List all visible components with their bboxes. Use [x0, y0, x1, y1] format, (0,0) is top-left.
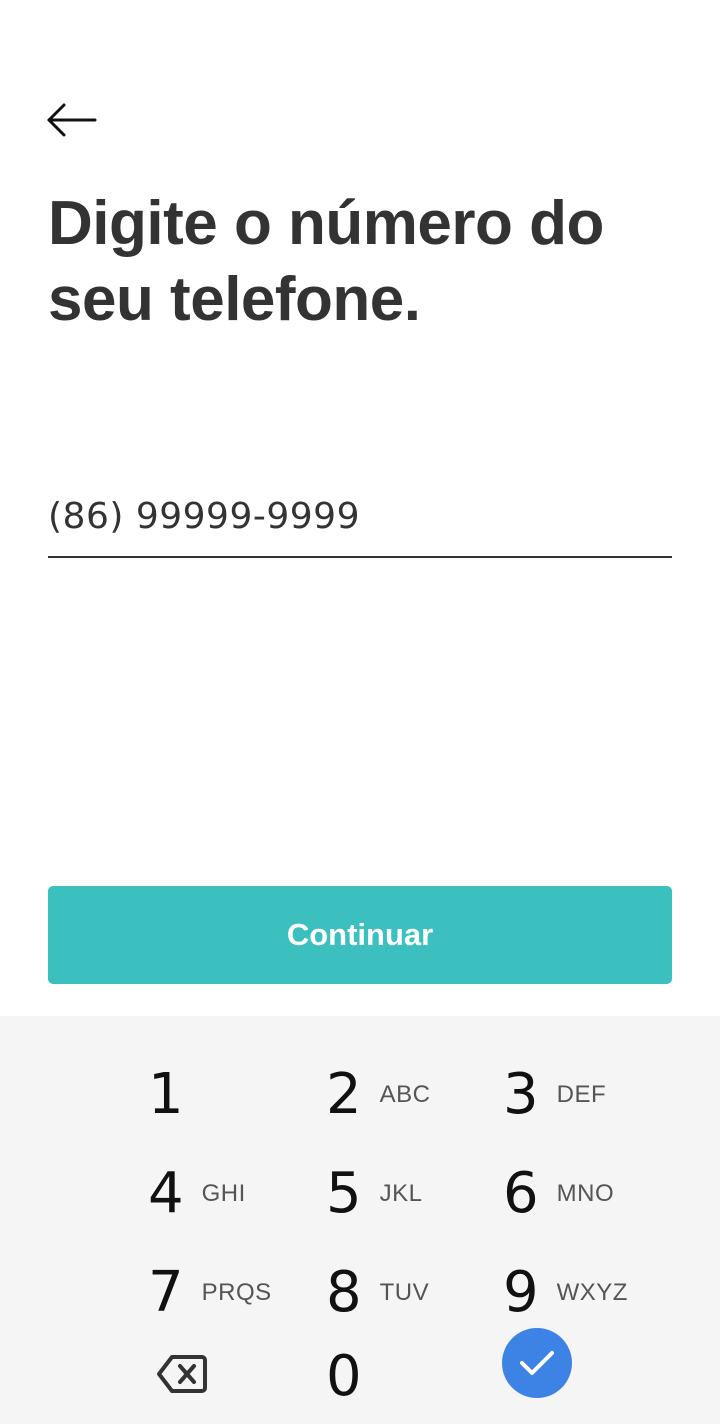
page-title: Digite o número do seu telefone.	[48, 189, 604, 334]
key-digit: 3	[503, 1062, 539, 1127]
checkmark-icon	[520, 1351, 554, 1375]
key-letters: ABC	[379, 1081, 431, 1108]
key-digit: 9	[503, 1260, 539, 1325]
key-3[interactable]: 3 DEF	[503, 1046, 681, 1144]
key-letters: TUV	[379, 1279, 430, 1306]
key-digit: 8	[326, 1260, 362, 1325]
key-6[interactable]: 6 MNO	[503, 1145, 681, 1243]
confirm-key[interactable]	[502, 1328, 572, 1398]
key-digit: 0	[326, 1344, 362, 1409]
key-letters: PRQS	[201, 1279, 272, 1306]
numeric-keypad: 1 2 ABC 3 DEF 4 GHI 5 JKL 6 MNO 7 PRQS 8	[0, 1016, 720, 1424]
key-letters: JKL	[379, 1180, 423, 1207]
key-2[interactable]: 2 ABC	[326, 1046, 504, 1144]
key-digit: 1	[148, 1062, 184, 1127]
key-letters: MNO	[556, 1180, 615, 1207]
key-digit: 6	[503, 1161, 539, 1226]
phone-entry-screen: Digite o número do seu telefone. Continu…	[0, 0, 720, 1424]
key-7[interactable]: 7 PRQS	[148, 1244, 326, 1342]
key-1[interactable]: 1	[148, 1046, 326, 1144]
back-button[interactable]	[40, 92, 104, 148]
key-4[interactable]: 4 GHI	[148, 1145, 326, 1243]
key-0[interactable]: 0	[326, 1328, 504, 1424]
backspace-key[interactable]	[150, 1346, 214, 1402]
key-9[interactable]: 9 WXYZ	[503, 1244, 681, 1342]
key-letters: DEF	[556, 1081, 607, 1108]
key-digit: 4	[148, 1161, 184, 1226]
key-letters: WXYZ	[556, 1279, 628, 1306]
key-5[interactable]: 5 JKL	[326, 1145, 504, 1243]
key-letters: GHI	[201, 1180, 246, 1207]
backspace-icon	[157, 1355, 207, 1393]
arrow-left-icon	[47, 103, 97, 137]
phone-field	[48, 484, 672, 558]
key-digit: 5	[326, 1161, 362, 1226]
continue-button[interactable]: Continuar	[48, 886, 672, 984]
phone-input[interactable]	[48, 484, 672, 548]
key-digit: 7	[148, 1260, 184, 1325]
key-digit: 2	[326, 1062, 362, 1127]
